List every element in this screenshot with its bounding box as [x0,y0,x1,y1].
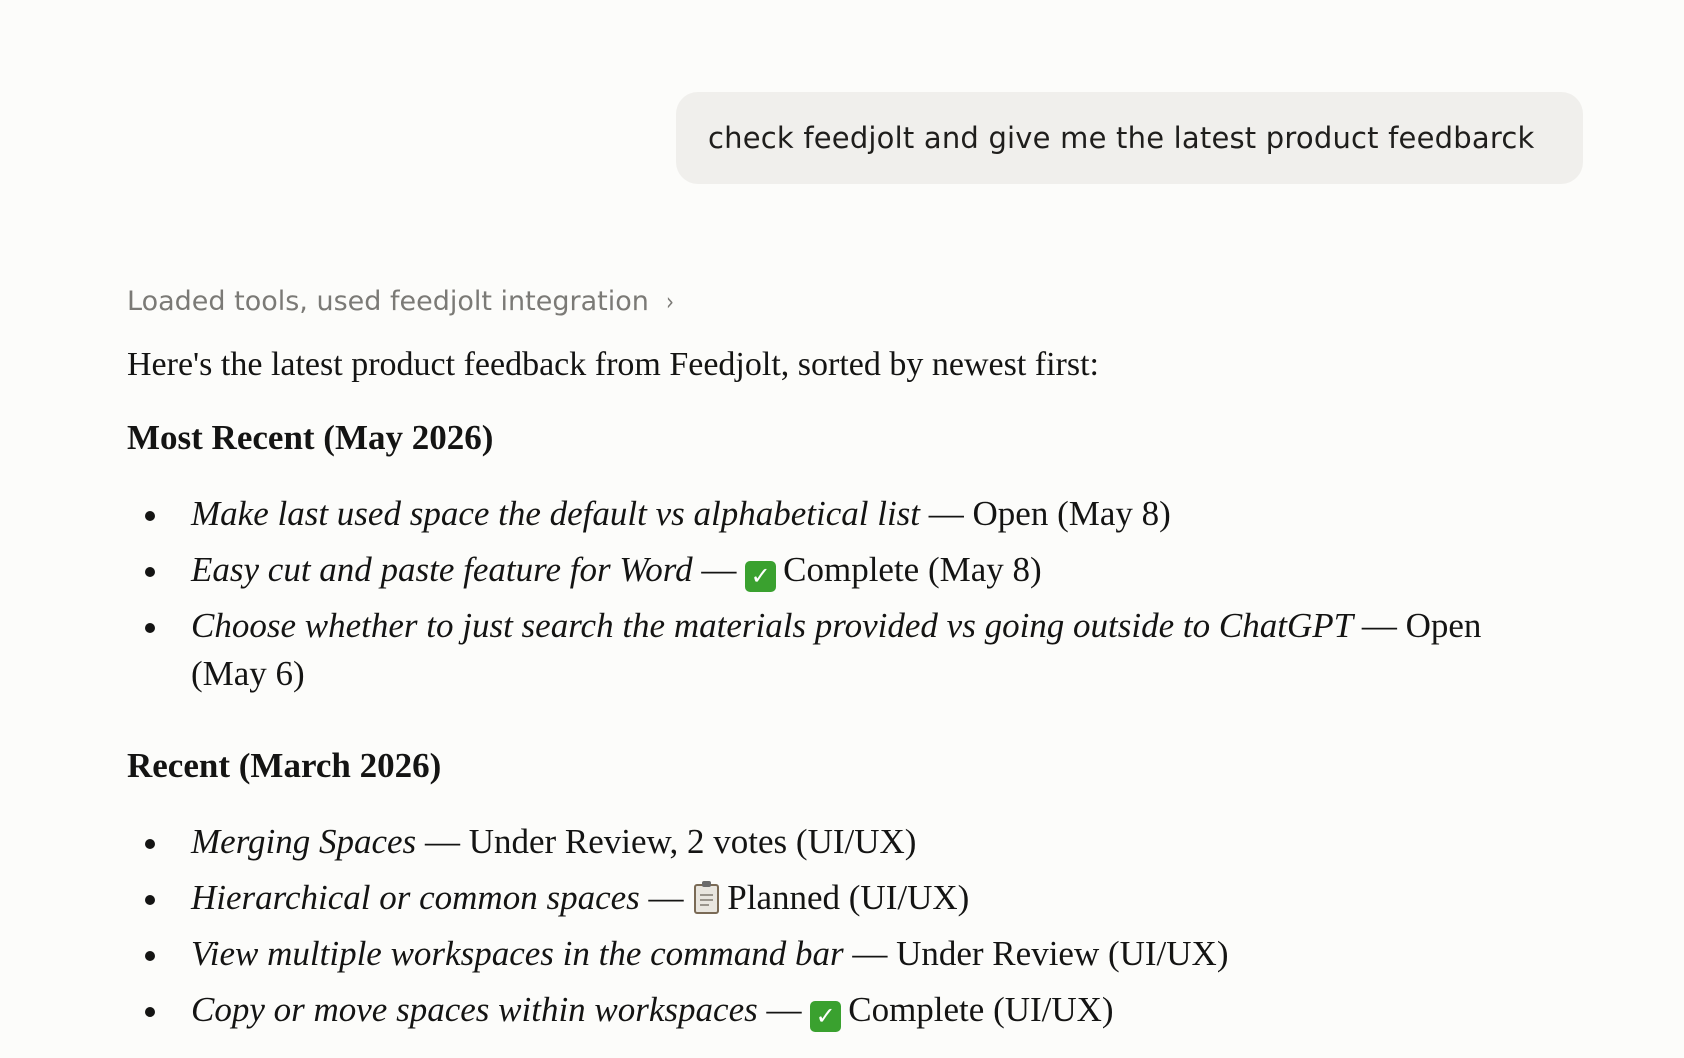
separator: — [639,878,693,917]
feedback-status: Planned (UI/UX) [727,878,970,917]
feedback-list-recent: Merging Spaces — Under Review, 2 votes (… [127,818,1527,1042]
tool-usage-summary[interactable]: Loaded tools, used feedjolt integration … [127,286,675,317]
bullet-icon [145,895,155,905]
feedback-title: Hierarchical or common spaces [191,878,640,917]
bullet-icon [145,839,155,849]
feedback-title: Easy cut and paste feature for Word [191,550,693,589]
feedback-status: Complete (May 8) [783,550,1042,589]
section-heading-most-recent: Most Recent (May 2026) [127,418,494,457]
separator: — [1353,606,1406,645]
list-item: Make last used space the default vs alph… [127,490,1527,538]
user-message-text: check feedjolt and give me the latest pr… [708,121,1535,155]
feedback-list-most-recent: Make last used space the default vs alph… [127,490,1527,706]
clipboard-icon [694,881,720,914]
separator: — [920,494,973,533]
separator: — [843,934,897,973]
section-heading-recent: Recent (March 2026) [127,746,442,785]
bullet-icon [145,1007,155,1017]
feedback-title: Copy or move spaces within workspaces [191,990,758,1029]
list-item: Choose whether to just search the materi… [127,602,1527,698]
list-item: Merging Spaces — Under Review, 2 votes (… [127,818,1527,866]
list-item: Copy or move spaces within workspaces — … [127,986,1527,1034]
list-item: Hierarchical or common spaces — Planned … [127,874,1527,922]
response-intro: Here's the latest product feedback from … [127,346,1099,383]
separator: — [416,822,469,861]
tool-usage-label: Loaded tools, used feedjolt integration [127,286,649,317]
feedback-title: Merging Spaces [191,822,417,861]
separator: — [692,550,746,589]
feedback-status: Open (May 8) [972,494,1171,533]
feedback-status: Under Review (UI/UX) [896,934,1229,973]
bullet-icon [145,511,155,521]
list-item: View multiple workspaces in the command … [127,930,1527,978]
check-icon: ✓ [745,561,777,592]
bullet-icon [145,623,155,633]
user-message-bubble: check feedjolt and give me the latest pr… [676,92,1583,184]
feedback-title: Make last used space the default vs alph… [191,494,921,533]
check-icon: ✓ [810,1001,842,1032]
separator: — [757,990,811,1029]
chevron-right-icon: › [665,287,674,316]
bullet-icon [145,951,155,961]
feedback-title: Choose whether to just search the materi… [191,606,1354,645]
bullet-icon [145,567,155,577]
feedback-status: Under Review, 2 votes (UI/UX) [468,822,917,861]
list-item: Easy cut and paste feature for Word — ✓ C… [127,546,1527,594]
feedback-status: Complete (UI/UX) [848,990,1114,1029]
feedback-title: View multiple workspaces in the command … [191,934,844,973]
